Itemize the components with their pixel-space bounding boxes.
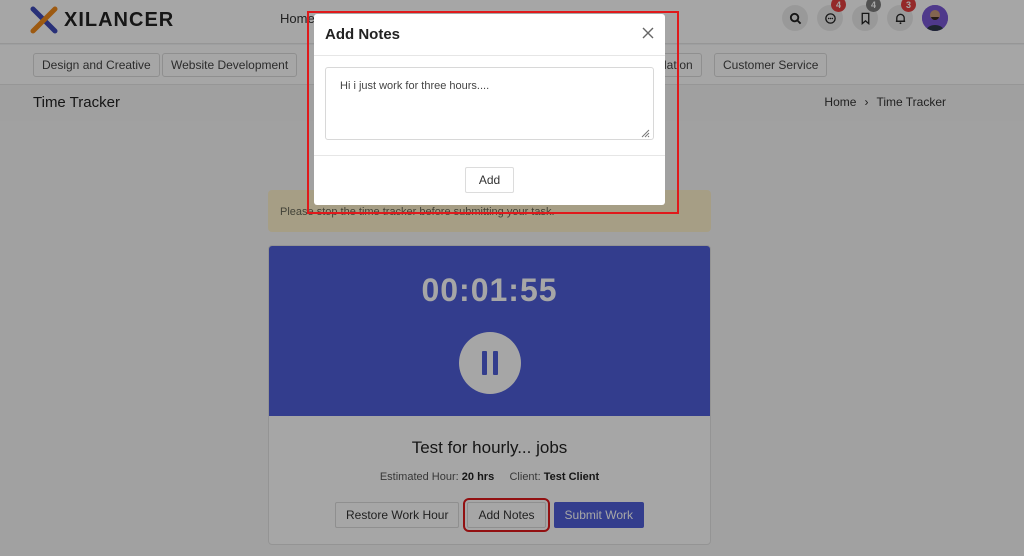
add-notes-modal: Add Notes Hi i just work for three hours… (314, 14, 665, 205)
modal-divider (314, 55, 665, 56)
modal-footer-divider (314, 155, 665, 156)
modal-title: Add Notes (325, 26, 400, 43)
resize-handle-icon[interactable] (640, 128, 650, 138)
notes-textarea[interactable]: Hi i just work for three hours.... (325, 67, 654, 140)
add-button[interactable]: Add (465, 167, 514, 193)
close-icon[interactable] (641, 26, 655, 40)
